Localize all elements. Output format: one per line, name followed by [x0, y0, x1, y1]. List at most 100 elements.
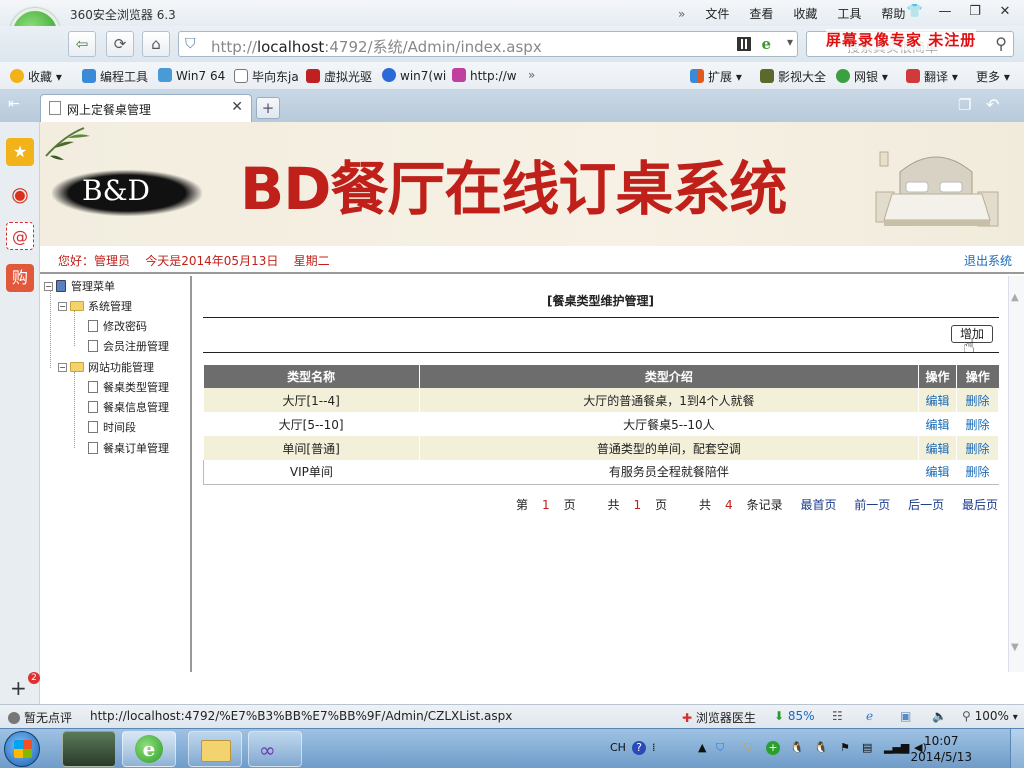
tree-item-table-info[interactable]: 餐桌信息管理 [88, 399, 169, 415]
translate-button[interactable]: 翻译 ▾ [906, 68, 958, 85]
tab-list-icon[interactable]: ❐ [958, 96, 971, 114]
ie-icon[interactable]: ℯ [866, 709, 873, 723]
table-row: VIP单间 有服务员全程就餐陪伴 编辑 删除 [203, 460, 999, 485]
next-page-link[interactable]: 后一页 [908, 498, 944, 512]
menu-view[interactable]: 查看 [749, 5, 773, 22]
ie-mode-icon[interactable]: e [761, 35, 771, 53]
menu-file[interactable]: 文件 [705, 5, 729, 22]
taskbar-app-explorer[interactable] [188, 731, 242, 767]
download-status[interactable]: ⬇ 85% [774, 709, 815, 723]
close-button[interactable]: ✕ [990, 1, 1020, 23]
tree-item-member-management[interactable]: 会员注册管理 [88, 338, 169, 354]
minimize-button[interactable]: — [930, 1, 960, 23]
bookmark-win7-64[interactable]: Win7 64 [158, 68, 225, 83]
qq-icon-2[interactable]: 🐧 [814, 741, 828, 754]
weibo-icon[interactable]: ◉ [6, 180, 34, 208]
ad-block-icon[interactable]: ☷ [832, 709, 843, 723]
notification-badge: 2 [28, 672, 40, 684]
bookmark-win7-wi[interactable]: win7(wi [382, 68, 446, 83]
add-sidebar-item-icon[interactable]: + [10, 676, 27, 700]
bookmark-virtual-drive[interactable]: 虚拟光驱 [306, 68, 372, 85]
new-tab-button[interactable]: + [256, 97, 280, 119]
bookmarks-more-chevron-icon[interactable]: » [528, 68, 535, 82]
scroll-up-icon[interactable]: ▲ [1011, 292, 1019, 303]
volume-icon[interactable]: 🔈 [932, 709, 947, 723]
tree-group-site-features[interactable]: − 网站功能管理 [58, 359, 154, 375]
help-icon[interactable]: ? [632, 741, 646, 755]
review-button[interactable]: 暂无点评 [8, 709, 72, 726]
qr-code-icon[interactable] [737, 37, 751, 51]
tree-root[interactable]: − 管理菜单 [44, 278, 115, 294]
ime-options-icon[interactable]: ⁞ [652, 741, 656, 754]
logout-link[interactable]: 退出系统 [964, 252, 1012, 269]
qq-icon[interactable]: 🐧 [790, 741, 804, 754]
tree-group-system[interactable]: − 系统管理 [58, 298, 132, 314]
tree-item-table-orders[interactable]: 餐桌订单管理 [88, 440, 169, 456]
tree-item-change-password[interactable]: 修改密码 [88, 318, 147, 334]
refresh-button[interactable]: ⟳ [106, 31, 134, 57]
medical-cross-icon: ✚ [682, 711, 693, 725]
prev-page-link[interactable]: 前一页 [854, 498, 890, 512]
scroll-down-icon[interactable]: ▼ [1011, 642, 1019, 653]
sidebar-toggle-icon[interactable]: ⇤ [8, 96, 20, 112]
device-icon[interactable]: ▤ [862, 741, 872, 754]
skin-icon[interactable]: 👕 [900, 1, 930, 23]
taskbar-app-photo[interactable] [62, 731, 116, 767]
bookmark-http-w[interactable]: http://w [452, 68, 517, 83]
taskbar-app-visual-studio[interactable]: ∞ [248, 731, 302, 767]
edit-link[interactable]: 编辑 [918, 412, 958, 436]
address-bar[interactable]: ⛉ http://localhost:4792/系统/Admin/index.a… [178, 31, 798, 57]
favorites-star-icon[interactable]: ★ [6, 138, 34, 166]
tree-item-time-slot[interactable]: 时间段 [88, 419, 136, 435]
email-icon[interactable]: @ [6, 222, 34, 250]
vertical-scrollbar[interactable]: ▲ ▼ [1008, 276, 1024, 672]
menu-favorites[interactable]: 收藏 [793, 5, 817, 22]
tree-item-table-type[interactable]: 餐桌类型管理 [88, 379, 169, 395]
cell-type-desc: 普通类型的单间，配套空调 [419, 436, 920, 460]
action-center-flag-icon[interactable]: ⚑ [840, 741, 850, 754]
search-icon[interactable]: ⚲ [995, 34, 1007, 53]
360-guard-icon[interactable]: ⛉ [744, 741, 752, 755]
edit-link[interactable]: 编辑 [918, 460, 958, 485]
update-plus-icon[interactable]: + [766, 741, 780, 755]
delete-link[interactable]: 删除 [956, 412, 999, 436]
network-signal-icon[interactable]: ▂▄▆ [884, 741, 909, 754]
tab-close-icon[interactable]: ✕ [231, 99, 243, 115]
delete-link[interactable]: 删除 [956, 460, 999, 485]
address-url[interactable]: http://localhost:4792/系统/Admin/index.asp… [211, 36, 542, 57]
tray-expand-icon[interactable]: ▲ [698, 741, 706, 754]
first-page-link[interactable]: 最首页 [800, 498, 836, 512]
restore-button[interactable]: ❐ [960, 1, 990, 23]
security-shield-icon[interactable]: ⛉ [716, 741, 724, 755]
edit-link[interactable]: 编辑 [918, 388, 958, 412]
taskbar-app-360-browser[interactable]: e [122, 731, 176, 767]
bookmark-bixiangdong[interactable]: 毕向东ja [234, 68, 299, 85]
edit-link[interactable]: 编辑 [918, 436, 958, 460]
zoom-control[interactable]: ⚲ 100% ▾ [962, 709, 1018, 723]
chevron-down-icon[interactable]: ▾ [787, 35, 793, 49]
extensions-button[interactable]: 扩展 ▾ [690, 68, 742, 85]
bookmark-favorites[interactable]: 收藏 ▾ [10, 68, 62, 85]
tab-active[interactable]: 网上定餐桌管理 ✕ [40, 94, 252, 122]
window-icon[interactable]: ▣ [900, 709, 911, 723]
home-button[interactable]: ⌂ [142, 31, 170, 57]
undo-close-icon[interactable]: ↶ [986, 95, 999, 114]
security-shield-icon[interactable]: ⛉ [185, 36, 196, 52]
last-page-link[interactable]: 最后页 [962, 498, 998, 512]
delete-link[interactable]: 删除 [956, 436, 999, 460]
show-desktop-button[interactable] [1010, 729, 1024, 768]
browser-doctor-button[interactable]: ✚ 浏览器医生 [682, 709, 756, 726]
more-button[interactable]: 更多 ▾ [976, 68, 1010, 85]
delete-link[interactable]: 删除 [956, 388, 999, 412]
back-button[interactable]: ⇦ [68, 31, 96, 57]
start-button[interactable] [4, 731, 40, 767]
menu-chevron-icon[interactable]: » [678, 7, 685, 21]
bank-button[interactable]: 网银 ▾ [836, 68, 888, 85]
system-clock[interactable]: 10:07 2014/5/13 [910, 733, 972, 765]
video-button[interactable]: 影视大全 [760, 68, 826, 85]
bookmark-programming-tools[interactable]: 编程工具 [82, 68, 148, 85]
ime-indicator[interactable]: CH [610, 741, 626, 754]
infinity-icon: ∞ [259, 738, 276, 762]
shopping-icon[interactable]: 购 [6, 264, 34, 292]
menu-tools[interactable]: 工具 [837, 5, 861, 22]
